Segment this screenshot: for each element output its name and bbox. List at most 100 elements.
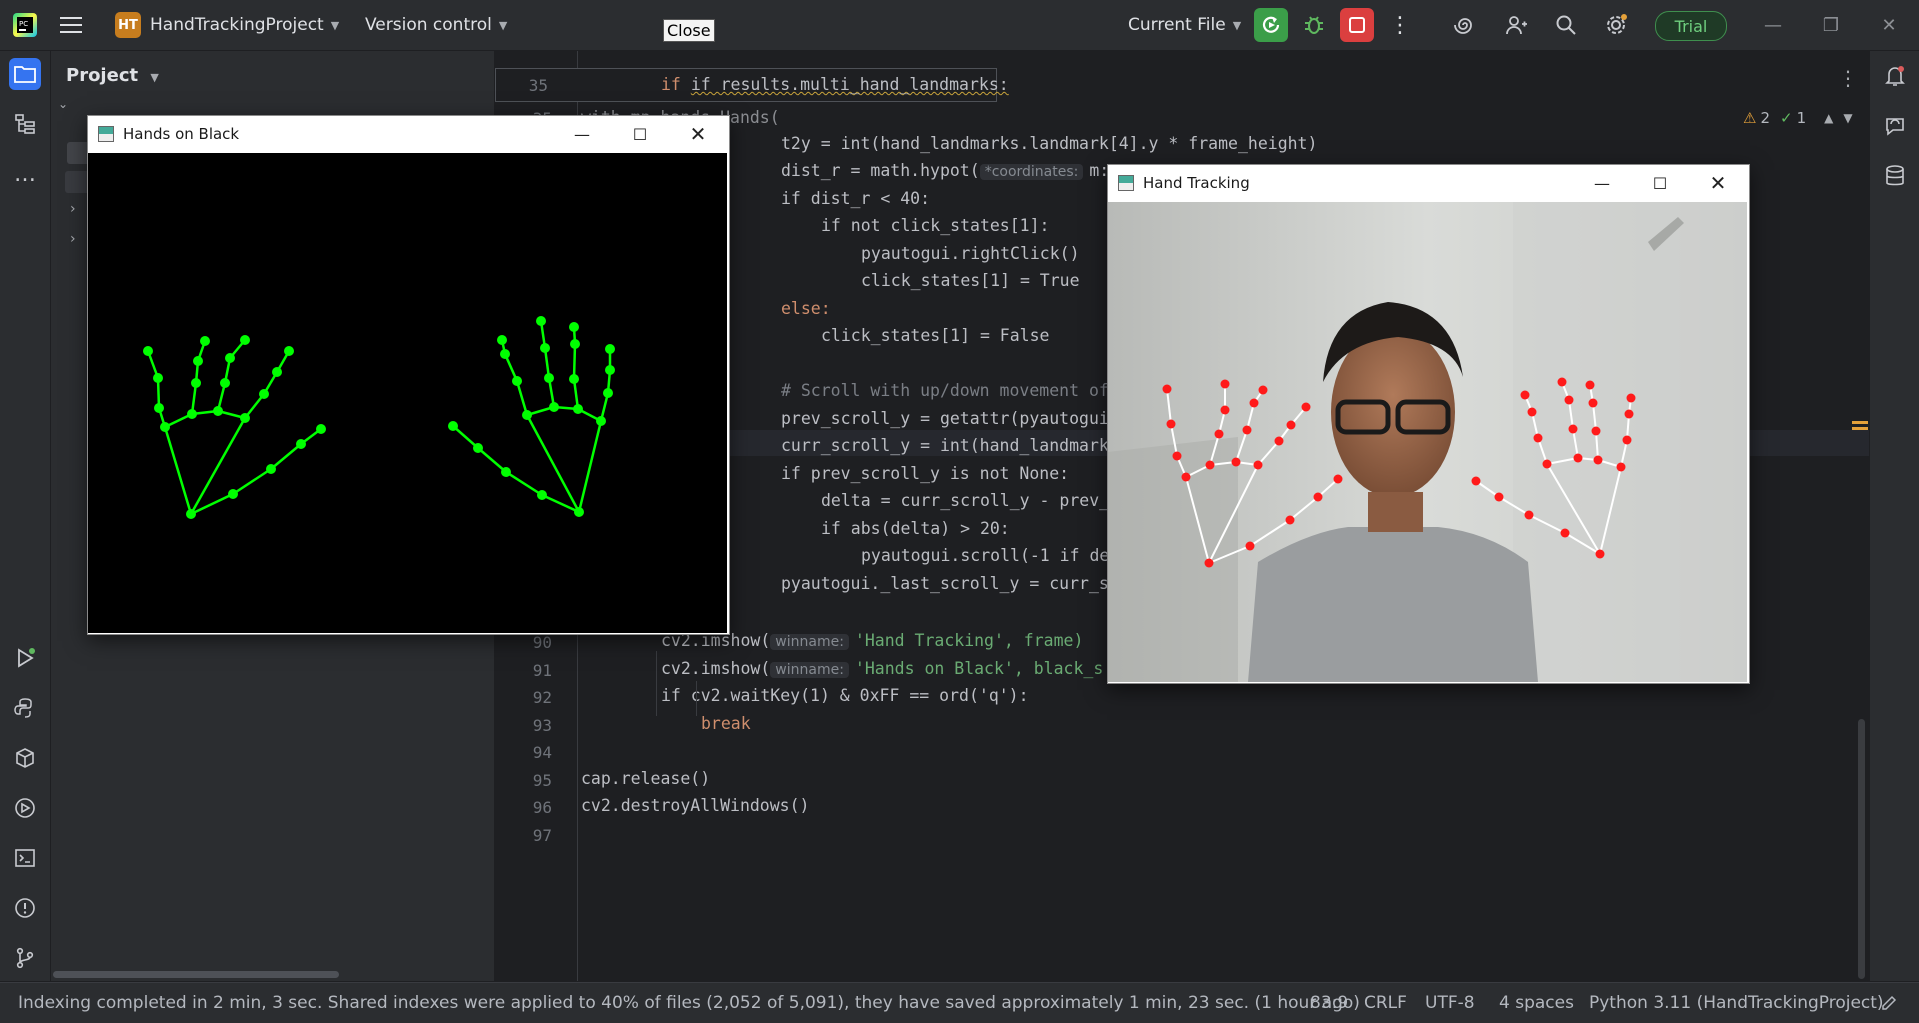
horizontal-scrollbar[interactable] <box>53 971 339 978</box>
error-stripe-marker[interactable] <box>1852 421 1868 424</box>
indent-guide <box>656 651 657 716</box>
code-line: pyautogui.scroll(-1 if de <box>861 546 1110 565</box>
param-hint: *coordinates: <box>979 164 1084 180</box>
line-number: 91 <box>532 661 552 680</box>
landmark-point <box>1172 451 1182 461</box>
tree-expand-icon[interactable]: ⌄ <box>58 97 68 111</box>
code-line: if cv2.waitKey(1) & 0xFF == ord('q'): <box>661 686 1029 705</box>
landmark-point <box>1593 455 1603 465</box>
more-tools-button[interactable]: … <box>9 158 41 190</box>
minimize-button[interactable]: — <box>1748 0 1798 50</box>
add-user-icon <box>1506 16 1527 35</box>
close-icon: ✕ <box>1881 14 1897 36</box>
landmark-point <box>512 376 522 386</box>
close-button[interactable]: ✕ <box>1864 0 1914 50</box>
inspections-widget[interactable]: ⚠ 2 ✓ 1 ▲ ▼ <box>1743 109 1853 127</box>
rerun-button[interactable] <box>1254 8 1288 42</box>
main-menu-button[interactable] <box>60 0 82 50</box>
maximize-icon: ☐ <box>632 124 648 144</box>
minimize-button[interactable]: — <box>553 116 611 152</box>
hands-on-black-window[interactable]: Hands on Black — ☐ ✕ <box>87 115 730 635</box>
left-tool-strip: … <box>0 51 51 981</box>
python-packages-button[interactable] <box>9 742 41 774</box>
stop-button[interactable] <box>1340 8 1374 42</box>
landmark-point <box>544 373 554 383</box>
landmark-point <box>213 406 223 416</box>
error-stripe-marker[interactable] <box>1852 427 1868 430</box>
code-line: if prev_scroll_y is not None: <box>781 464 1070 483</box>
terminal-button[interactable] <box>9 842 41 874</box>
code-line: cv2.destroyAllWindows() <box>581 796 810 815</box>
minimize-button[interactable]: — <box>1573 165 1631 201</box>
line-number: 92 <box>532 688 552 707</box>
close-tooltip: Close <box>663 19 715 42</box>
window-icon <box>98 126 114 142</box>
database-button[interactable] <box>1879 160 1911 192</box>
landmark-point <box>596 416 606 426</box>
caret-position[interactable]: 83:9 <box>1310 983 1348 1023</box>
sticky-scroll-header[interactable]: 35 if if results.multi_hand_landmarks: <box>495 68 1009 102</box>
ai-chat-button[interactable] <box>1879 110 1911 142</box>
project-tool-button[interactable] <box>9 58 41 90</box>
line-number: 94 <box>532 743 552 762</box>
python-console-button[interactable] <box>9 692 41 724</box>
landmark-point <box>1286 420 1296 430</box>
project-selector[interactable]: HT HandTrackingProject ▼ <box>115 0 339 50</box>
ai-assistant-button[interactable] <box>1448 8 1482 42</box>
edit-lock-icon[interactable] <box>1880 983 1898 1023</box>
hand-tracking-window[interactable]: Hand Tracking — ☐ ✕ <box>1107 164 1750 684</box>
file-encoding[interactable]: UTF-8 <box>1425 983 1475 1023</box>
restore-button[interactable]: ❐ <box>1806 0 1856 50</box>
warning-count: 2 <box>1760 109 1770 127</box>
maximize-button[interactable]: ☐ <box>611 116 669 152</box>
minimize-icon: — <box>1764 14 1782 36</box>
problems-button[interactable] <box>9 892 41 924</box>
chevron-up-icon[interactable]: ▲ <box>1824 111 1833 125</box>
vcs-menu[interactable]: Version control ▼ <box>365 0 507 50</box>
trial-badge[interactable]: Trial <box>1655 11 1727 41</box>
run-tool-button[interactable] <box>9 642 41 674</box>
python-interpreter[interactable]: Python 3.11 (HandTrackingProject) <box>1589 983 1884 1023</box>
vertical-scrollbar[interactable] <box>1858 719 1865 979</box>
chevron-down-icon[interactable]: ▼ <box>1843 111 1852 125</box>
landmark-point <box>605 344 615 354</box>
indentation[interactable]: 4 spaces <box>1499 983 1574 1023</box>
debug-button[interactable] <box>1297 8 1331 42</box>
services-button[interactable] <box>9 792 41 824</box>
close-button[interactable]: ✕ <box>1689 165 1747 201</box>
chevron-right-icon[interactable]: › <box>70 231 76 247</box>
version-control-button[interactable] <box>9 942 41 974</box>
landmark-point <box>1622 435 1632 445</box>
landmark-point <box>316 424 326 434</box>
notifications-button[interactable] <box>1879 60 1911 92</box>
app-logo-icon[interactable]: PC <box>12 0 38 50</box>
close-button[interactable]: ✕ <box>669 116 727 152</box>
code-line: pyautogui.rightClick() <box>861 244 1080 263</box>
landmark-point <box>497 335 507 345</box>
landmark-point <box>266 464 276 474</box>
editor-more-button[interactable]: ⋮ <box>1838 66 1858 90</box>
structure-tool-button[interactable] <box>9 108 41 140</box>
spiral-icon <box>1454 18 1472 34</box>
landmark-point <box>1253 460 1263 470</box>
line-number: 93 <box>532 716 552 735</box>
title-bar: PC HT HandTrackingProject ▼ Version cont… <box>0 0 1919 51</box>
maximize-button[interactable]: ☐ <box>1631 165 1689 201</box>
landmark-point <box>1585 380 1595 390</box>
status-message[interactable]: Indexing completed in 2 min, 3 sec. Shar… <box>18 983 1360 1023</box>
settings-button[interactable] <box>1599 8 1633 42</box>
code-with-me-button[interactable] <box>1499 8 1533 42</box>
database-icon <box>1886 165 1904 186</box>
run-config-selector[interactable]: Current File ▼ <box>1128 0 1241 50</box>
code-line: prev_scroll_y = getattr(pyautogui <box>781 409 1109 428</box>
more-actions-button[interactable]: ⋮ <box>1383 8 1417 42</box>
landmark-point <box>1220 405 1230 415</box>
landmark-point <box>573 404 583 414</box>
project-panel-header[interactable]: Project ▼ <box>66 65 159 86</box>
search-button[interactable] <box>1549 8 1583 42</box>
chevron-right-icon[interactable]: › <box>70 201 76 217</box>
landmark-point <box>240 413 250 423</box>
line-separator[interactable]: CRLF <box>1364 983 1407 1023</box>
landmark-point <box>1524 510 1534 520</box>
code-line: curr_scroll_y = int(hand_landmark <box>781 436 1109 455</box>
